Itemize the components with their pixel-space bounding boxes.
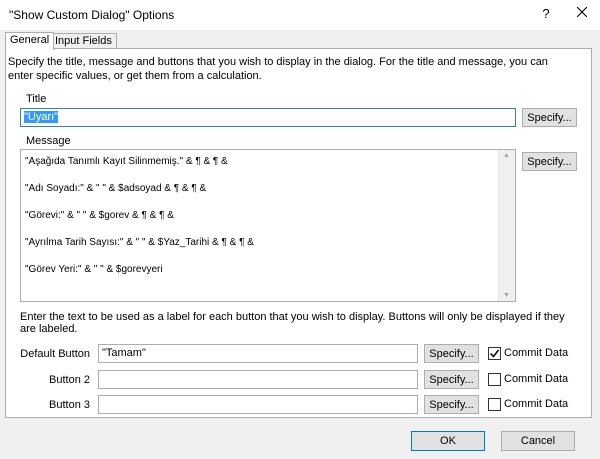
default-button-field[interactable]: "Tamam" <box>98 344 418 363</box>
button-3-commit-label: Commit Data <box>504 398 569 410</box>
message-line: "Görevi:" & " " & $gorev & ¶ & ¶ & <box>25 210 174 221</box>
message-line: "Ayrılma Tarih Sayısı:" & " " & $Yaz_Tar… <box>25 237 254 248</box>
button-3-label: Button 3 <box>49 399 90 411</box>
scroll-down-icon[interactable]: ▼ <box>503 292 510 299</box>
title-bar: "Show Custom Dialog" Options ? <box>0 0 600 30</box>
default-button-specify-button[interactable]: Specify... <box>424 344 479 363</box>
button-2-commit-label: Commit Data <box>504 373 569 385</box>
button-2-specify-button[interactable]: Specify... <box>424 370 479 389</box>
message-line: "Aşağıda Tanımlı Kayıt Silinmemiş." & ¶ … <box>25 156 228 167</box>
button-2-commit-checkbox[interactable] <box>488 373 501 386</box>
message-scrollbar[interactable]: ▲ ▼ <box>498 150 515 301</box>
tab-input-fields[interactable]: Input Fields <box>50 33 117 49</box>
button-3-commit-checkbox[interactable] <box>488 398 501 411</box>
title-field[interactable]: "Uyarı" <box>20 108 516 127</box>
tab-general[interactable]: General <box>5 32 55 50</box>
default-button-label: Default Button <box>20 348 90 360</box>
buttons-instruction: Enter the text to be used as a label for… <box>20 311 565 335</box>
description-text: Specify the title, message and buttons t… <box>8 56 548 82</box>
message-line: "Görev Yeri:" & " " & $gorevyeri <box>25 264 163 275</box>
button-3-specify-button[interactable]: Specify... <box>424 395 479 414</box>
button-2-label: Button 2 <box>49 374 90 386</box>
close-icon[interactable] <box>572 4 592 24</box>
message-specify-button[interactable]: Specify... <box>522 152 577 171</box>
message-line: "Adı Soyadı:" & " " & $adsoyad & ¶ & ¶ & <box>25 183 207 194</box>
button-2-field[interactable] <box>98 370 418 389</box>
title-specify-button[interactable]: Specify... <box>522 108 577 127</box>
ok-button[interactable]: OK <box>411 431 485 451</box>
default-button-commit-label: Commit Data <box>504 347 569 359</box>
message-label: Message <box>26 135 71 147</box>
default-button-commit-checkbox[interactable] <box>488 347 501 360</box>
cancel-button[interactable]: Cancel <box>501 431 575 451</box>
scroll-up-icon[interactable]: ▲ <box>503 152 510 159</box>
message-field[interactable]: "Aşağıda Tanımlı Kayıt Silinmemiş." & ¶ … <box>20 149 516 302</box>
button-3-field[interactable] <box>98 395 418 414</box>
window-title: "Show Custom Dialog" Options <box>9 8 175 22</box>
title-value: "Uyarı" <box>24 111 59 123</box>
checkmark-icon <box>489 349 500 358</box>
help-icon[interactable]: ? <box>536 4 556 24</box>
title-label: Title <box>26 93 47 105</box>
